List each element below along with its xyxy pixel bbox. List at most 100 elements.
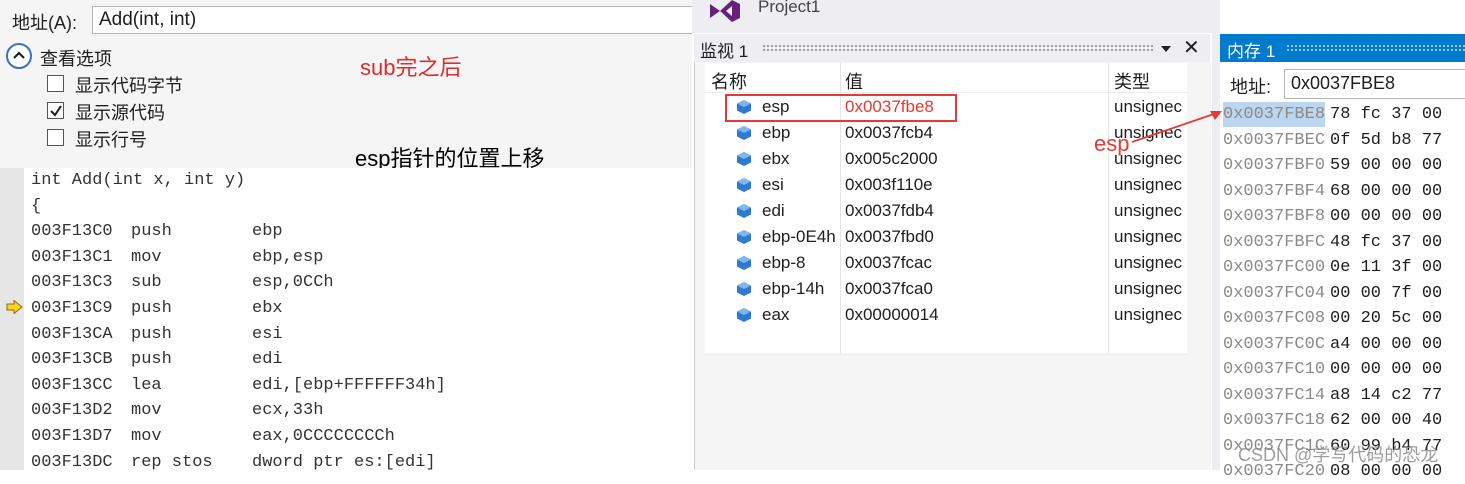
- disassembly-code[interactable]: int Add(int x, int y) {003F13C0 push ebp 003…: [0, 168, 692, 470]
- checkbox[interactable]: [47, 102, 64, 119]
- watch-name: ebp-0E4h: [762, 227, 836, 246]
- variable-icon: [737, 126, 751, 140]
- dropdown-icon[interactable]: [1160, 44, 1172, 54]
- header-divider: [705, 92, 1187, 93]
- option-show-source[interactable]: 显示源代码: [47, 99, 207, 123]
- watch-type: unsignec: [1114, 279, 1183, 298]
- code-operand: esi: [252, 324, 283, 344]
- watch-row[interactable]: eax 0x00000014 unsignec: [705, 302, 1187, 328]
- memory-address: 0x0037FC04: [1223, 283, 1326, 303]
- view-options-toggle[interactable]: [6, 43, 32, 69]
- watch-row[interactable]: ebp-8 0x0037fcac unsignec: [705, 250, 1187, 276]
- code-address: 003F13C9: [31, 299, 113, 318]
- option-show-line-numbers[interactable]: 显示行号: [47, 126, 207, 150]
- watch-type: unsignec: [1114, 253, 1183, 272]
- watch-value[interactable]: 0x005c2000: [845, 149, 938, 169]
- variable-icon: [737, 282, 751, 296]
- pane-splitter[interactable]: [1212, 30, 1220, 470]
- memory-address: 0x0037FBEC: [1223, 130, 1326, 150]
- watch-value[interactable]: 0x0037fbd0: [845, 227, 934, 247]
- address-input[interactable]: Add(int, int): [92, 6, 692, 34]
- code-operand: esp,0CCh: [252, 273, 334, 293]
- code-operand: eax,0CCCCCCCCh: [252, 427, 395, 446]
- memory-address-input[interactable]: 0x0037FBE8: [1284, 69, 1465, 99]
- watch-value[interactable]: 0x0037fcb4: [845, 123, 933, 143]
- code-mnemonic: mov: [131, 401, 162, 421]
- variable-icon: [737, 256, 751, 270]
- memory-address: 0x0037FBF0: [1223, 156, 1326, 175]
- watch-value[interactable]: 0x0037fdb4: [845, 201, 934, 221]
- code-operand: dword ptr es:[edi]: [252, 452, 436, 470]
- memory-bytes: 00 20 5c 00: [1330, 309, 1443, 328]
- memory-bytes: 00 00 00 00: [1330, 207, 1443, 226]
- watch-row[interactable]: ebp-14h 0x0037fca0 unsignec: [705, 276, 1187, 302]
- memory-address: 0x0037FBFC: [1223, 232, 1326, 252]
- column-header-name[interactable]: 名称: [711, 68, 747, 94]
- watch-name: ebp: [762, 123, 791, 142]
- variable-icon: [737, 230, 751, 244]
- code-mnemonic: mov: [131, 427, 162, 446]
- code-operand: ebp: [252, 222, 283, 242]
- variable-icon: [737, 178, 751, 192]
- instruction-pointer-icon: [6, 300, 23, 314]
- watch-row[interactable]: ebp-0E4h 0x0037fbd0 unsignec: [705, 224, 1187, 250]
- code-mnemonic: sub: [131, 273, 162, 293]
- option-show-code-bytes[interactable]: 显示代码字节: [47, 72, 207, 96]
- column-header-value[interactable]: 值: [845, 68, 863, 94]
- code-operand: edi: [252, 350, 283, 370]
- code-address: 003F13D7: [31, 427, 113, 446]
- watch-value[interactable]: 0x00000014: [845, 305, 939, 325]
- code-address: 003F13CC: [31, 375, 113, 395]
- watch-type: unsignec: [1114, 175, 1183, 194]
- memory-bytes: 00 00 7f 00: [1330, 283, 1443, 303]
- memory-address: 0x0037FC08: [1223, 309, 1326, 328]
- highlight-box-esp: [725, 94, 957, 122]
- watch-value[interactable]: 0x0037fca0: [845, 279, 933, 299]
- annotation-arrow: [1131, 111, 1222, 143]
- code-address: 003F13C1: [31, 247, 113, 267]
- watch-type: unsignec: [1114, 201, 1183, 220]
- watch-drag-handle[interactable]: [762, 44, 1154, 52]
- memory-address: 0x0037FC14: [1223, 385, 1326, 405]
- memory-bytes: 00 00 00 00: [1330, 360, 1443, 379]
- code-mnemonic: rep stos: [131, 452, 213, 470]
- code-mnemonic: lea: [131, 375, 162, 395]
- checkbox[interactable]: [47, 129, 64, 146]
- view-options-title: 查看选项: [40, 49, 112, 69]
- memory-title[interactable]: 内存 1: [1227, 37, 1275, 62]
- memory-address: 0x0037FBF4: [1223, 181, 1326, 201]
- memory-address-label: 地址:: [1230, 77, 1272, 97]
- memory-bytes: a8 14 c2 77: [1330, 385, 1443, 405]
- code-operand: edi,[ebp+FFFFFF34h]: [252, 375, 446, 395]
- memory-bytes: 0e 11 3f 00: [1330, 258, 1443, 277]
- watch-row[interactable]: esi 0x003f110e unsignec: [705, 172, 1187, 198]
- memory-bytes: 59 00 00 00: [1330, 156, 1443, 175]
- checkmark-icon: [50, 105, 62, 117]
- memory-bytes: a4 00 00 00: [1330, 334, 1443, 354]
- column-header-type[interactable]: 类型: [1114, 68, 1150, 94]
- watch-name: eax: [762, 305, 790, 324]
- disassembly-pane: 地址(A): Add(int, int) 查看选项 显示代码字节 显示源代码 显…: [0, 0, 692, 470]
- annotation-esp: esp: [1094, 131, 1130, 156]
- watch-row[interactable]: edi 0x0037fdb4 unsignec: [705, 198, 1187, 224]
- code-operand: ebp,esp: [252, 247, 324, 267]
- watch-type: unsignec: [1114, 227, 1183, 246]
- memory-address: 0x0037FC18: [1223, 411, 1326, 430]
- code-mnemonic: push: [131, 299, 172, 318]
- memory-drag-handle[interactable]: [1286, 44, 1465, 52]
- option-label: 显示源代码: [75, 103, 165, 123]
- option-label: 显示行号: [75, 130, 147, 150]
- address-label: 地址(A):: [12, 13, 77, 33]
- close-icon[interactable]: ✕: [1183, 35, 1200, 60]
- watch-value[interactable]: 0x003f110e: [845, 175, 933, 195]
- watch-title[interactable]: 监视 1: [700, 37, 748, 62]
- checkbox[interactable]: [47, 75, 64, 92]
- watch-value[interactable]: 0x0037fcac: [845, 253, 932, 273]
- visual-studio-logo-icon: [710, 0, 740, 22]
- memory-bytes: 0f 5d b8 77: [1330, 130, 1443, 150]
- watch-name: ebp-8: [762, 253, 806, 272]
- memory-address: 0x0037FC10: [1223, 360, 1326, 379]
- code-address: 003F13DC: [31, 452, 113, 470]
- watch-name: edi: [762, 201, 785, 220]
- breakpoint-margin[interactable]: [0, 168, 24, 470]
